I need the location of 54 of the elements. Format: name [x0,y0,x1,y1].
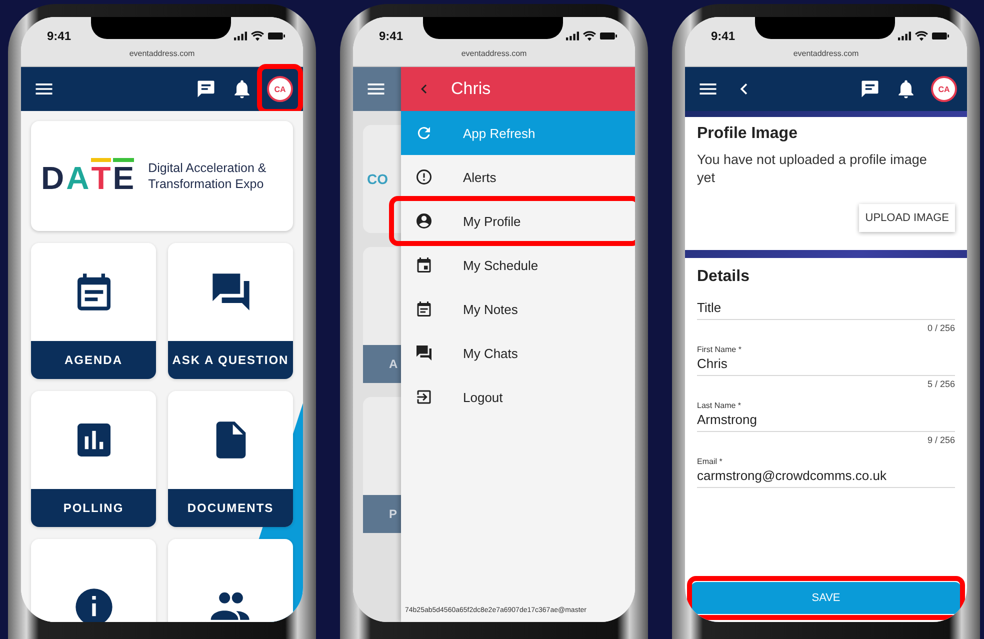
drawer-item[interactable]: My Schedule [401,243,635,287]
chat-icon[interactable] [195,78,217,100]
tile-label-fragment: A [363,345,401,383]
field-label: Email * [697,457,724,466]
avatar-initials[interactable]: CA [931,76,957,102]
url-text: eventaddress.com [793,49,859,58]
text-field[interactable]: Title [697,298,955,320]
battery-icon [268,31,285,41]
text-field[interactable]: Armstrong [697,410,955,432]
logo-tagline: Digital Acceleration & Transformation Expo [148,160,268,192]
logo-fragment: CO [367,171,388,187]
url-text: eventaddress.com [461,49,527,58]
text-field[interactable]: carmstrong@crowdcomms.co.uk [697,466,955,488]
signal-icon [898,31,911,41]
menu-tile[interactable]: AGENDA [31,243,156,379]
field-label: Last Name * [697,401,742,410]
wifi-icon [583,31,596,41]
calendar-icon [415,256,433,274]
text-field[interactable]: Chris [697,354,955,376]
menu-tile[interactable]: ASK A QUESTION [168,243,293,379]
wifi-icon [915,31,928,41]
tile-label-fragment: P [363,495,401,533]
drawer-item[interactable]: Alerts [401,155,635,199]
url-text: eventaddress.com [129,49,195,58]
field-label: First Name * [697,345,742,354]
status-time: 9:41 [47,29,72,43]
avatar-initials[interactable]: CA [267,76,293,102]
profile-image-message: You have not uploaded a profile image yet [697,151,928,186]
card-title: Profile Image [697,125,798,143]
signal-icon [566,31,579,41]
logout-icon [415,388,433,406]
menu-tile[interactable]: POLLING [31,391,156,527]
wifi-icon [251,31,264,41]
menu-tile[interactable]: DOCUMENTS [168,391,293,527]
chat-icon[interactable] [859,78,881,100]
drawer-item[interactable]: My Notes [401,287,635,331]
status-time: 9:41 [379,29,404,43]
card-title: Details [697,268,750,286]
refresh-icon [415,124,433,142]
character-counter: 5 / 256 [926,379,955,390]
upload-image-button[interactable]: UPLOAD IMAGE [859,204,955,232]
chat-bubbles-icon [415,344,433,362]
notepad-icon [415,300,433,318]
battery-icon [932,31,949,41]
drawer-item[interactable]: Logout [401,375,635,419]
date-wordmark: DATE [41,158,134,194]
battery-icon [600,31,617,41]
drawer-item[interactable]: My Chats [401,331,635,375]
character-counter: 0 / 256 [926,323,955,334]
signal-icon [234,31,247,41]
character-counter: 9 / 256 [926,435,955,446]
status-time: 9:41 [711,29,736,43]
drawer-item[interactable]: My Profile [401,199,635,243]
drawer-title: Chris [451,79,491,99]
